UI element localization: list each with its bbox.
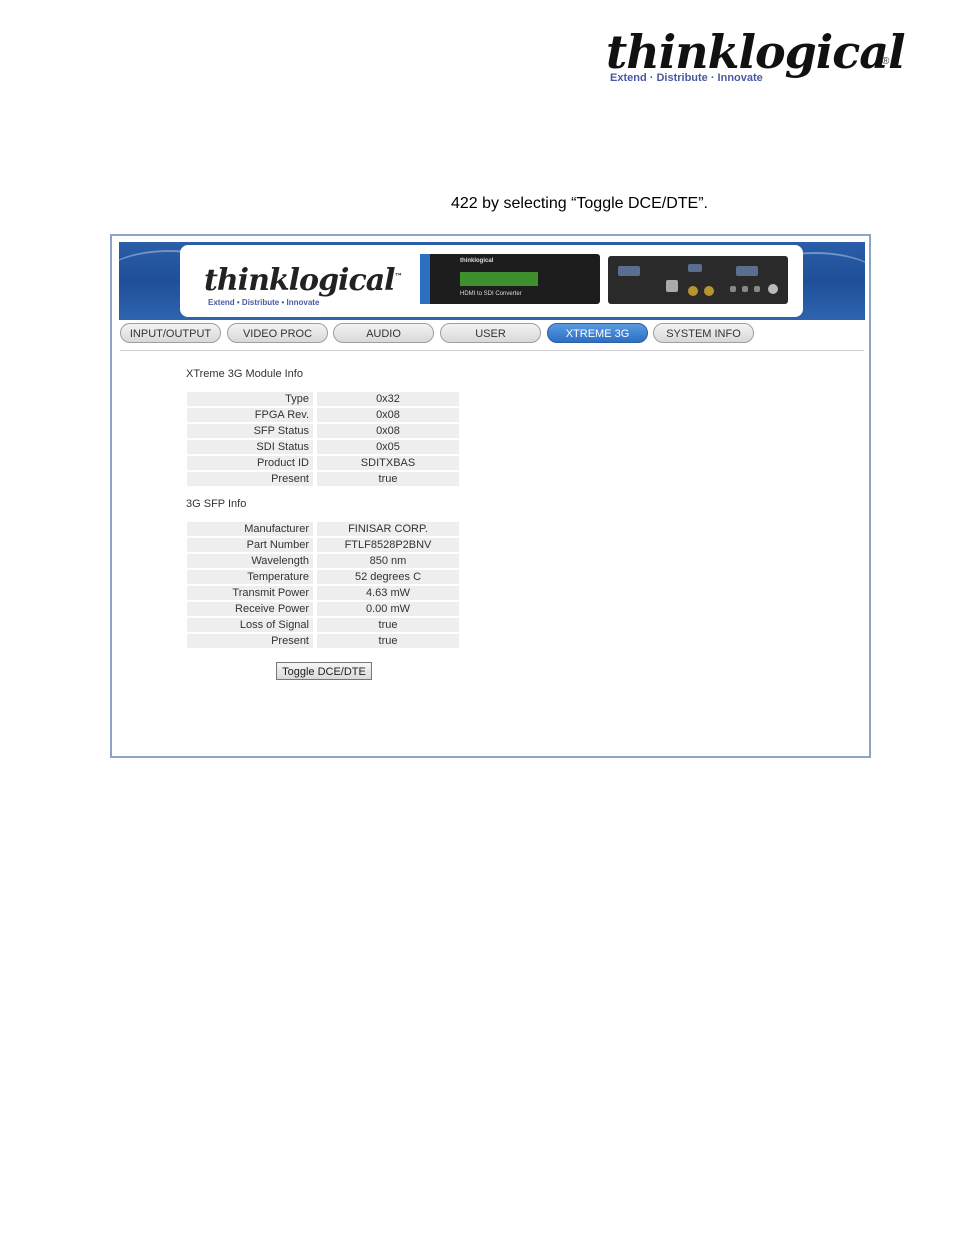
- row-value: 4.63 mW: [313, 586, 459, 600]
- device-rear-image: [608, 256, 788, 304]
- device-lcd: [460, 272, 538, 286]
- row-value: SDITXBAS: [313, 456, 459, 470]
- row-value: 0x05: [313, 440, 459, 454]
- tab-system-info[interactable]: SYSTEM INFO: [653, 323, 754, 343]
- row-value: 850 nm: [313, 554, 459, 568]
- table-row: SDI Status 0x05: [187, 440, 459, 454]
- row-label: SDI Status: [187, 440, 313, 454]
- tabs-divider: [120, 350, 864, 351]
- row-label: Present: [187, 634, 313, 648]
- table-row: Manufacturer FINISAR CORP.: [187, 522, 459, 536]
- tab-xtreme-3g[interactable]: XTREME 3G: [547, 323, 648, 343]
- row-label: Temperature: [187, 570, 313, 584]
- row-value: true: [313, 472, 459, 486]
- banner-logo: thinklogical™ Extend • Distribute • Inno…: [204, 259, 403, 308]
- header-banner: thinklogical™ Extend • Distribute • Inno…: [119, 242, 865, 320]
- banner-logo-wordmark: thinklogical: [204, 263, 396, 298]
- row-label: Type: [187, 392, 313, 406]
- nav-tabs: INPUT/OUTPUT VIDEO PROC AUDIO USER XTREM…: [120, 323, 860, 345]
- row-value: 0x32: [313, 392, 459, 406]
- table-row: FPGA Rev. 0x08: [187, 408, 459, 422]
- table-row: Product ID SDITXBAS: [187, 456, 459, 470]
- banner-logo-tm: ™: [394, 271, 403, 281]
- table-row: Present true: [187, 634, 459, 648]
- tab-input-output[interactable]: INPUT/OUTPUT: [120, 323, 221, 343]
- row-value: FTLF8528P2BNV: [313, 538, 459, 552]
- module-info-title: XTreme 3G Module Info: [186, 368, 303, 380]
- row-value: FINISAR CORP.: [313, 522, 459, 536]
- table-row: SFP Status 0x08: [187, 424, 459, 438]
- row-label: Receive Power: [187, 602, 313, 616]
- row-value: 0.00 mW: [313, 602, 459, 616]
- table-row: Wavelength 850 nm: [187, 554, 459, 568]
- table-row: Loss of Signal true: [187, 618, 459, 632]
- logo-wordmark: thinklogical: [606, 25, 906, 79]
- tab-user[interactable]: USER: [440, 323, 541, 343]
- toggle-dce-dte-button[interactable]: Toggle DCE/DTE: [276, 662, 372, 680]
- row-label: Wavelength: [187, 554, 313, 568]
- banner-card: thinklogical™ Extend • Distribute • Inno…: [180, 245, 803, 317]
- table-row: Temperature 52 degrees C: [187, 570, 459, 584]
- device-front-image: thinklogical HDMI to SDI Converter: [420, 254, 600, 304]
- row-label: Loss of Signal: [187, 618, 313, 632]
- device-brand-text: thinklogical: [460, 258, 494, 264]
- row-value: 0x08: [313, 408, 459, 422]
- logo-registered-mark: ®: [882, 56, 890, 67]
- web-ui-screenshot: thinklogical™ Extend • Distribute • Inno…: [110, 234, 871, 758]
- row-value: 0x08: [313, 424, 459, 438]
- module-info-table: Type 0x32 FPGA Rev. 0x08 SFP Status 0x08 SD…: [187, 390, 459, 488]
- tab-video-proc[interactable]: VIDEO PROC: [227, 323, 328, 343]
- thinklogical-logo: thinklogical ® Extend · Distribute · Inn…: [606, 26, 906, 90]
- row-label: Part Number: [187, 538, 313, 552]
- row-value: true: [313, 618, 459, 632]
- sfp-info-title: 3G SFP Info: [186, 498, 247, 510]
- row-label: Present: [187, 472, 313, 486]
- table-row: Part Number FTLF8528P2BNV: [187, 538, 459, 552]
- table-row: Present true: [187, 472, 459, 486]
- row-label: Product ID: [187, 456, 313, 470]
- intro-text: 422 by selecting “Toggle DCE/DTE”.: [451, 195, 708, 212]
- row-label: Transmit Power: [187, 586, 313, 600]
- device-caption: HDMI to SDI Converter: [460, 291, 522, 297]
- row-value: 52 degrees C: [313, 570, 459, 584]
- table-row: Receive Power 0.00 mW: [187, 602, 459, 616]
- table-row: Transmit Power 4.63 mW: [187, 586, 459, 600]
- row-label: FPGA Rev.: [187, 408, 313, 422]
- banner-logo-tagline: Extend • Distribute • Innovate: [208, 298, 320, 307]
- table-row: Type 0x32: [187, 392, 459, 406]
- tab-audio[interactable]: AUDIO: [333, 323, 434, 343]
- logo-tagline: Extend · Distribute · Innovate: [610, 72, 763, 84]
- row-value: true: [313, 634, 459, 648]
- sfp-info-table: Manufacturer FINISAR CORP. Part Number FTL…: [187, 520, 459, 650]
- row-label: Manufacturer: [187, 522, 313, 536]
- row-label: SFP Status: [187, 424, 313, 438]
